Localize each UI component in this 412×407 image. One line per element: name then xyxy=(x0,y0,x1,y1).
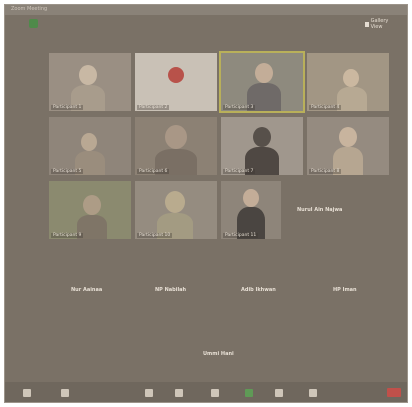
participant-name: Participant 6 xyxy=(137,169,170,174)
participant-tile-active-speaker[interactable]: Participant 3 xyxy=(219,51,305,113)
record-icon[interactable] xyxy=(275,389,283,397)
participant-name: Participant 2 xyxy=(137,105,170,110)
participant-tile-no-video[interactable]: Nur Aainaa xyxy=(49,263,131,321)
zoom-window: Zoom Meeting Gallery View Participant 1 … xyxy=(4,4,408,403)
participant-name: Nurul Ain Najwa xyxy=(297,207,343,213)
security-icon[interactable] xyxy=(145,389,153,397)
participant-name: Adib Ikhwan xyxy=(241,287,276,293)
participant-name: Nur Aainaa xyxy=(71,287,103,293)
participant-tile-no-video[interactable]: NP Nabilah xyxy=(135,263,217,321)
reactions-icon[interactable] xyxy=(309,389,317,397)
gallery-view-label: Gallery View xyxy=(370,18,389,30)
participant-tile[interactable]: Participant 2 xyxy=(135,53,217,111)
end-meeting-button[interactable] xyxy=(387,388,401,397)
participant-tile[interactable]: Participant 11 xyxy=(221,181,281,239)
grid-icon xyxy=(365,21,369,27)
profile-logo xyxy=(168,67,184,83)
participant-tile-no-video[interactable]: Ummi Hani xyxy=(177,331,259,389)
participant-name: HP Iman xyxy=(333,287,357,293)
participant-name: Participant 10 xyxy=(137,233,173,238)
participant-tile[interactable]: Participant 6 xyxy=(135,117,217,175)
window-title: Zoom Meeting xyxy=(11,6,48,12)
participant-tile[interactable]: Participant 1 xyxy=(49,53,131,111)
participant-name: Participant 7 xyxy=(223,169,256,174)
participant-tile[interactable]: Participant 9 xyxy=(49,181,131,239)
participant-tile[interactable]: Participant 8 xyxy=(307,117,389,175)
gallery-view-button[interactable]: Gallery View xyxy=(365,18,393,30)
participant-name: Participant 4 xyxy=(309,105,342,110)
participant-tile[interactable]: Participant 4 xyxy=(307,53,389,111)
share-screen-icon[interactable] xyxy=(245,389,253,397)
participant-name: NP Nabilah xyxy=(155,287,187,293)
participant-name: Participant 3 xyxy=(223,105,256,110)
chat-icon[interactable] xyxy=(211,389,219,397)
participant-name: Participant 5 xyxy=(51,169,84,174)
participant-tile[interactable]: Participant 5 xyxy=(49,117,131,175)
title-bar: Zoom Meeting xyxy=(5,5,407,15)
video-icon[interactable] xyxy=(61,389,69,397)
meeting-toolbar xyxy=(5,382,407,402)
participant-tile[interactable]: Participant 7 xyxy=(221,117,303,175)
security-shield-icon[interactable] xyxy=(29,19,38,28)
participant-tile-no-video[interactable]: Adib Ikhwan xyxy=(221,263,303,321)
participant-tile-no-video[interactable]: Nurul Ain Najwa xyxy=(289,181,371,239)
participants-icon[interactable] xyxy=(175,389,183,397)
participant-name: Participant 11 xyxy=(223,233,259,238)
participant-name: Ummi Hani xyxy=(203,351,234,357)
participant-name: Participant 1 xyxy=(51,105,84,110)
participant-tile[interactable]: Participant 10 xyxy=(135,181,217,239)
participant-name: Participant 8 xyxy=(309,169,342,174)
mute-icon[interactable] xyxy=(23,389,31,397)
participant-name: Participant 9 xyxy=(51,233,84,238)
participant-tile-no-video[interactable]: HP Iman xyxy=(307,263,389,321)
